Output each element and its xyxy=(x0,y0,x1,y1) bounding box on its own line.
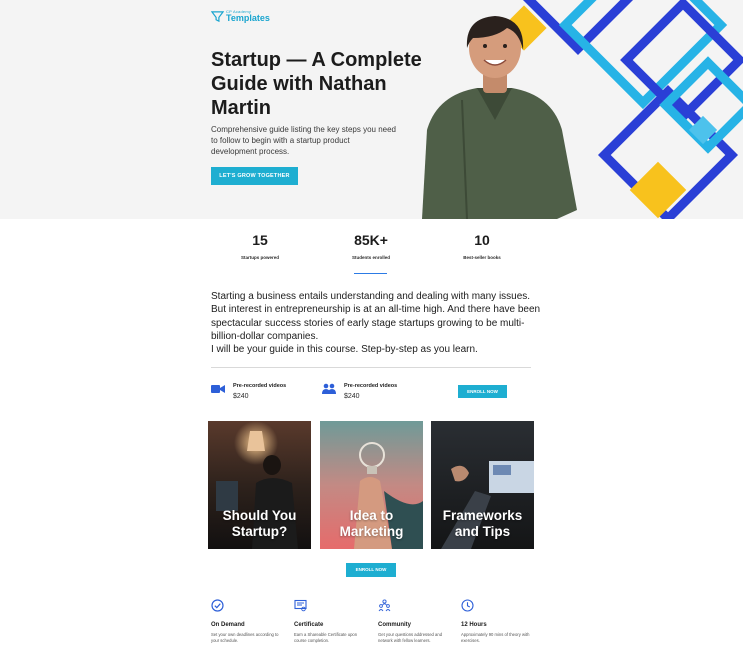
section-divider xyxy=(354,273,387,274)
logo-funnel-icon xyxy=(211,11,224,23)
feature-certificate: Certificate Earn a Shareable Certificate… xyxy=(294,599,366,643)
course-card-startup[interactable]: Should You Startup? xyxy=(208,421,311,549)
card-title: Frameworks and Tips xyxy=(442,508,523,539)
stat-label: Students enrolled xyxy=(351,255,390,260)
brand-name: Templates xyxy=(226,13,270,23)
check-circle-icon xyxy=(211,599,224,612)
stat-startups: 15 Startups powered xyxy=(205,232,315,260)
card-title: Idea to Marketing xyxy=(339,508,404,539)
horizontal-rule xyxy=(211,367,531,368)
stat-value: 15 xyxy=(252,232,268,248)
feature-hours: 12 Hours Approximately 90 mins of theory… xyxy=(461,599,533,643)
feature-description: Get your questions addressed and network… xyxy=(378,632,443,643)
offer-item: Pre-recorded videos $240 xyxy=(211,383,286,400)
stat-label: Best-seller books xyxy=(463,255,501,260)
stat-label: Startups powered xyxy=(240,255,279,260)
hero-description: Comprehensive guide listing the key step… xyxy=(211,125,396,156)
instructor-photo xyxy=(422,16,577,219)
stat-value: 10 xyxy=(474,232,490,248)
stat-students: 85K+ Students enrolled xyxy=(316,232,426,260)
course-card-marketing[interactable]: Idea to Marketing xyxy=(320,421,423,549)
feature-community: Community Get your questions addressed a… xyxy=(378,599,450,643)
offer-price: $240 xyxy=(233,393,249,400)
people-icon xyxy=(322,383,336,394)
stat-books: 10 Best-seller books xyxy=(427,232,537,260)
feature-title: Certificate xyxy=(294,622,324,628)
feature-title: 12 Hours xyxy=(461,622,487,628)
course-card-frameworks[interactable]: Frameworks and Tips xyxy=(431,421,534,549)
offer-title: Pre-recorded videos xyxy=(344,383,398,389)
stat-value: 85K+ xyxy=(354,232,388,248)
community-icon xyxy=(378,599,391,612)
intro-paragraph: Starting a business entails understandin… xyxy=(211,291,541,356)
offer-item: Pre-recorded videos $240 xyxy=(322,383,397,400)
offer-price: $240 xyxy=(344,393,360,400)
certificate-icon xyxy=(294,599,307,612)
feature-description: Earn a Shareable Certificate upon course… xyxy=(294,632,358,643)
video-camera-icon xyxy=(211,385,225,393)
enroll-now-button[interactable]: ENROLL NOW xyxy=(458,385,507,398)
brand-logo[interactable]: CP Academy Templates xyxy=(211,10,270,23)
page-title: Startup — A Complete Guide with Nathan M… xyxy=(211,49,422,119)
feature-title: Community xyxy=(378,622,411,628)
feature-title: On Demand xyxy=(211,622,245,628)
card-title: Should You Startup? xyxy=(222,508,297,539)
offer-title: Pre-recorded videos xyxy=(233,383,287,389)
feature-description: Approximately 90 mins of theory with exe… xyxy=(461,632,530,643)
clock-icon xyxy=(461,599,474,612)
grow-together-button[interactable]: LET'S GROW TOGETHER xyxy=(211,167,298,185)
hero-section: CP Academy Templates Startup — A Complet… xyxy=(0,0,743,219)
enroll-now-button[interactable]: ENROLL NOW xyxy=(346,563,396,577)
feature-on-demand: On Demand Set your own deadlines accordi… xyxy=(211,599,283,643)
feature-description: Set your own deadlines according to your… xyxy=(211,632,279,643)
